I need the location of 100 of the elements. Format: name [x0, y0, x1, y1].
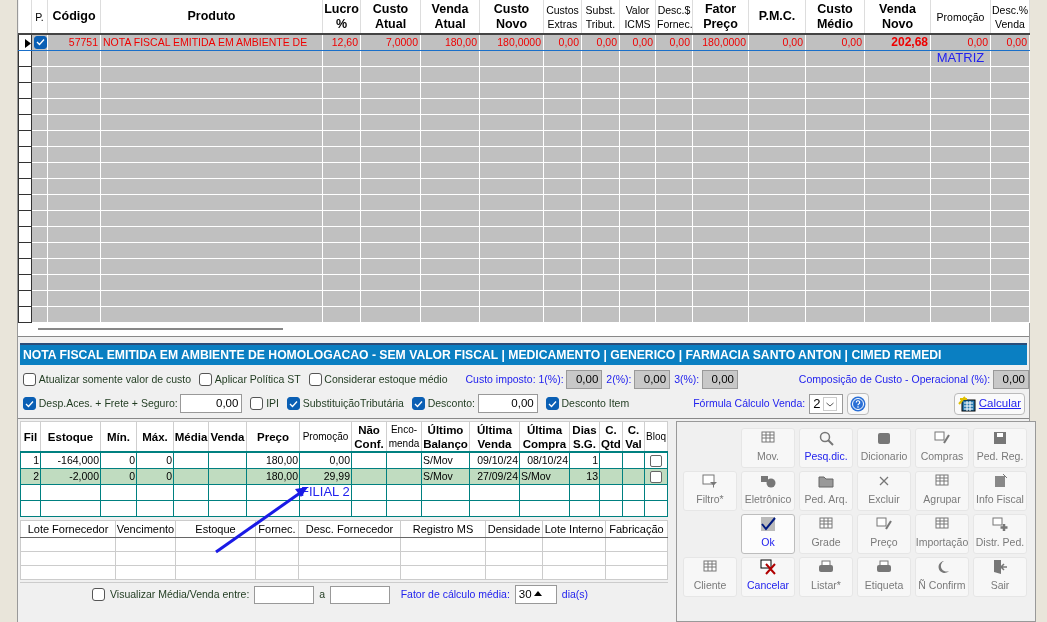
column-header[interactable]: Enco- menda — [386, 421, 422, 453]
readonly-field: 0,00 — [634, 370, 671, 390]
column-header[interactable]: Mín. — [100, 421, 137, 453]
column-header[interactable]: C. Val — [622, 421, 645, 453]
table-cell: S/Mov — [423, 469, 453, 482]
toolbar-button[interactable]: Cancelar — [741, 556, 795, 597]
checkbox[interactable] — [287, 397, 300, 411]
checkbox[interactable] — [23, 397, 36, 411]
checkbox-label: Atualizar somente valor de custo — [38, 371, 192, 387]
column-header[interactable]: Fil — [20, 421, 41, 453]
scrollbar-thumb[interactable] — [38, 328, 283, 330]
column-header[interactable]: Venda Novo — [864, 0, 931, 34]
readonly-field: 0,00 — [566, 370, 603, 390]
checkbox[interactable] — [650, 455, 662, 468]
column-header[interactable]: Desc.$ Fornec. — [655, 0, 693, 34]
column-header[interactable]: Fator Preço — [692, 0, 749, 34]
column-header[interactable]: Não Conf. — [351, 421, 387, 453]
table-cell: 0 — [166, 469, 172, 482]
spin-field[interactable]: 30 — [514, 585, 557, 605]
column-header[interactable]: Preço — [246, 421, 300, 453]
column-header[interactable]: Custo Novo — [479, 0, 544, 34]
book-icon — [876, 430, 892, 447]
table-cell: 1 — [33, 454, 39, 467]
field-label: Composição de Custo - Operacional (%): — [798, 371, 991, 387]
column-header[interactable]: Registro MS — [400, 520, 486, 538]
checkbox-label: IPI — [266, 395, 279, 411]
check-icon — [760, 516, 776, 533]
date-field[interactable] — [254, 585, 315, 604]
formula-select[interactable]: 2 — [809, 393, 844, 414]
folder-icon — [818, 473, 834, 490]
checkbox-label: SubstituiçãoTributária — [302, 395, 404, 411]
column-header[interactable]: Custo Médio — [805, 0, 865, 34]
column-header[interactable]: Fabricação — [605, 520, 668, 538]
table-cell: 27/09/24 — [477, 469, 518, 482]
table-cell: 1 — [592, 454, 598, 467]
column-header[interactable]: Lote Interno — [542, 520, 606, 538]
column-header[interactable]: Densidade — [485, 520, 543, 538]
table-cell: 08/10/24 — [527, 454, 568, 467]
table-cell: 09/10/24 — [477, 454, 518, 467]
checkbox[interactable] — [92, 588, 105, 602]
column-header[interactable]: Média — [173, 421, 209, 453]
column-header[interactable]: Custo Atual — [360, 0, 421, 34]
checkbox[interactable] — [308, 373, 322, 387]
info-banner: NOTA FISCAL EMITIDA EM AMBIENTE DE HOMOLOGACAO - SEM VALOR FISCAL | MEDICAMENTO | GENERICO | FARMACIA SANTO ANTON | CIMED REMEDI — [20, 342, 1027, 365]
table-row[interactable]: 2 -2,000 0 0 180,00 29,99 S/Mov 27/09/24 S/Mov 13 — [20, 468, 668, 485]
column-header[interactable]: P.M.C. — [748, 0, 806, 34]
table-row[interactable]: 1 -164,000 0 0 180,00 0,00 S/Mov 09/10/24 08/10/24 1 — [20, 452, 668, 469]
column-header[interactable]: Valor ICMS — [619, 0, 656, 34]
column-header[interactable]: Custos Extras — [543, 0, 582, 34]
column-header[interactable]: Lucro % — [322, 0, 361, 34]
column-header[interactable]: Promoção — [930, 0, 991, 34]
separator-label: a — [319, 586, 326, 602]
column-header[interactable]: Último Balanço — [421, 421, 470, 453]
calculate-button[interactable]: Calcular — [953, 392, 1025, 415]
checkbox[interactable] — [545, 397, 559, 411]
checkbox[interactable] — [650, 470, 662, 483]
checkbox[interactable] — [411, 397, 425, 411]
column-header[interactable]: Subst. Tribut. — [581, 0, 620, 34]
checkbox[interactable] — [23, 373, 36, 387]
column-header[interactable]: Fornec. — [255, 520, 299, 538]
document-icon — [992, 473, 1008, 490]
number-field[interactable]: 0,00 — [477, 394, 538, 414]
table-cell: S/Mov — [521, 469, 551, 482]
column-header[interactable]: Venda Atual — [420, 0, 480, 34]
field-label: Fator de cálculo média: — [400, 586, 510, 602]
cancel-icon — [760, 559, 776, 576]
column-header[interactable]: Código — [47, 0, 101, 34]
exit-icon — [992, 559, 1008, 576]
column-header[interactable]: Estoque — [175, 520, 256, 538]
field-label: 3(%): — [674, 371, 700, 387]
column-header[interactable]: Bloq — [644, 421, 668, 453]
column-header[interactable]: Venda — [208, 421, 247, 453]
checkbox-label: Visualizar Média/Venda entre: — [110, 586, 250, 602]
number-field[interactable]: 0,00 — [180, 394, 243, 414]
column-header[interactable]: Última Venda — [469, 421, 520, 453]
checkbox[interactable] — [199, 373, 213, 387]
column-header[interactable]: Dias S.G. — [569, 421, 600, 453]
column-header[interactable]: Vencimento — [115, 520, 176, 538]
column-header[interactable]: C. Qtd — [599, 421, 623, 453]
date-field[interactable] — [330, 585, 391, 604]
column-header[interactable]: Estoque — [40, 421, 101, 453]
column-header[interactable]: Máx. — [136, 421, 174, 453]
column-header[interactable]: Desc. Fornecedor — [298, 520, 401, 538]
column-header[interactable]: Produto — [100, 0, 323, 34]
column-header[interactable]: Desc.% Venda — [990, 0, 1030, 34]
column-header[interactable]: Lote Fornecedor — [20, 520, 116, 538]
unit-label: dia(s) — [561, 586, 589, 602]
column-header[interactable]: Promoção — [299, 421, 352, 453]
checkbox[interactable] — [250, 397, 264, 411]
toolbar-button[interactable]: Pesq.dic. — [799, 427, 853, 468]
help-button[interactable] — [847, 392, 870, 415]
readonly-field: 0,00 — [702, 370, 738, 390]
chevron-down-icon[interactable] — [823, 396, 838, 411]
column-header[interactable]: Última Compra — [519, 421, 570, 453]
checkbox-label: Desconto: — [427, 395, 475, 411]
checkbox-label: Considerar estoque médio — [324, 371, 448, 387]
search-icon — [818, 430, 834, 447]
checkbox[interactable] — [34, 35, 47, 49]
table-cell: S/Mov — [423, 454, 453, 467]
toolbar-button[interactable]: Ok — [741, 513, 795, 554]
